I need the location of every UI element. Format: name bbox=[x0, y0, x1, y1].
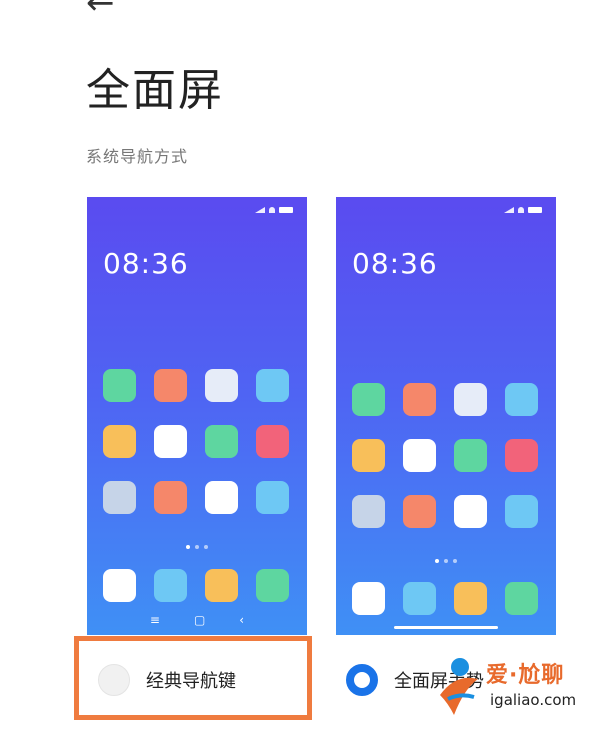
app-icon bbox=[352, 439, 385, 472]
navigation-keys: ≡ ▢ ‹ bbox=[87, 613, 307, 627]
app-icon bbox=[205, 569, 238, 602]
signal-icon bbox=[255, 207, 265, 213]
radio-button-unselected[interactable] bbox=[98, 664, 130, 696]
watermark-url: igaliao.com bbox=[490, 691, 577, 709]
status-bar bbox=[255, 207, 293, 213]
section-label: 系统导航方式 bbox=[86, 147, 189, 166]
status-bar bbox=[504, 207, 542, 213]
preview-clock: 08:36 bbox=[352, 247, 438, 280]
app-icon bbox=[256, 569, 289, 602]
app-icon bbox=[403, 582, 436, 615]
app-icon bbox=[103, 369, 136, 402]
app-icon bbox=[256, 481, 289, 514]
page-indicator bbox=[87, 545, 307, 549]
radio-button-selected[interactable] bbox=[346, 664, 378, 696]
gesture-bar bbox=[394, 626, 498, 629]
watermark-title: 爱·尬聊 bbox=[486, 663, 565, 688]
app-icon bbox=[205, 481, 238, 514]
battery-icon bbox=[279, 207, 293, 213]
app-icon bbox=[103, 425, 136, 458]
app-icon bbox=[454, 439, 487, 472]
option-classic-navigation[interactable]: 经典导航键 bbox=[98, 664, 236, 696]
app-icon bbox=[205, 369, 238, 402]
app-icon bbox=[103, 481, 136, 514]
home-square-icon: ▢ bbox=[193, 613, 206, 627]
app-icon bbox=[454, 383, 487, 416]
signal-icon bbox=[504, 207, 514, 213]
classic-navigation-preview[interactable]: 08:36 ≡ ▢ ‹ bbox=[87, 197, 307, 635]
app-icon bbox=[403, 495, 436, 528]
wifi-icon bbox=[518, 207, 524, 213]
menu-icon: ≡ bbox=[149, 613, 160, 627]
app-icon bbox=[154, 425, 187, 458]
watermark-logo-icon bbox=[440, 658, 478, 715]
wifi-icon bbox=[269, 207, 275, 213]
app-icon bbox=[256, 369, 289, 402]
dock bbox=[352, 582, 538, 615]
watermark: 爱·尬聊 igaliao.com bbox=[434, 653, 589, 725]
app-icon bbox=[154, 569, 187, 602]
battery-icon bbox=[528, 207, 542, 213]
app-grid bbox=[352, 383, 538, 528]
app-icon bbox=[505, 439, 538, 472]
app-icon bbox=[403, 383, 436, 416]
app-icon bbox=[352, 495, 385, 528]
app-icon bbox=[154, 481, 187, 514]
app-icon bbox=[454, 495, 487, 528]
gesture-navigation-preview[interactable]: 08:36 bbox=[336, 197, 556, 635]
app-grid bbox=[103, 369, 289, 514]
app-icon bbox=[103, 569, 136, 602]
app-icon bbox=[403, 439, 436, 472]
app-icon bbox=[154, 369, 187, 402]
app-icon bbox=[454, 582, 487, 615]
app-icon bbox=[505, 495, 538, 528]
option-label: 经典导航键 bbox=[146, 671, 236, 692]
app-icon bbox=[352, 582, 385, 615]
app-icon bbox=[505, 582, 538, 615]
app-icon bbox=[256, 425, 289, 458]
app-icon bbox=[205, 425, 238, 458]
page-title: 全面屏 bbox=[86, 65, 224, 116]
app-icon bbox=[505, 383, 538, 416]
back-chevron-icon: ‹ bbox=[239, 613, 245, 627]
preview-clock: 08:36 bbox=[103, 247, 189, 280]
page-indicator bbox=[336, 559, 556, 563]
dock bbox=[103, 569, 289, 602]
app-icon bbox=[352, 383, 385, 416]
back-arrow-icon[interactable]: ← bbox=[86, 0, 115, 20]
